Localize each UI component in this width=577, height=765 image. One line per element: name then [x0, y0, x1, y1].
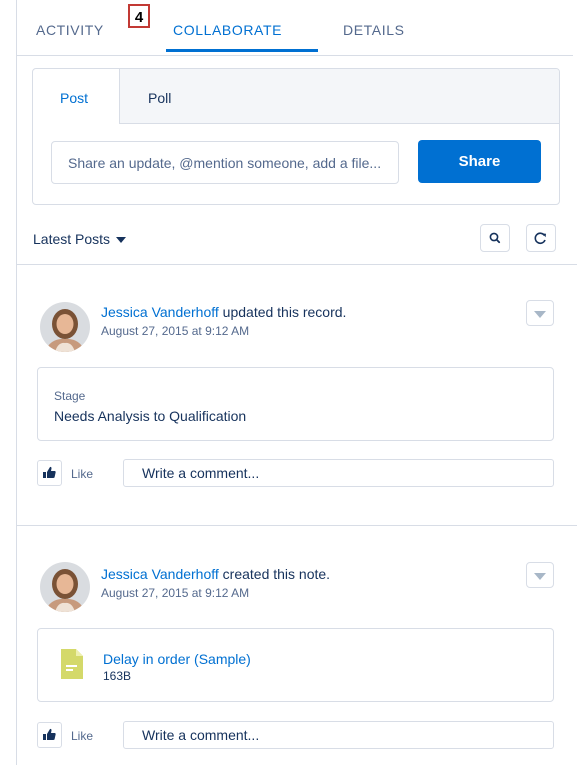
- tab-details[interactable]: Details: [343, 22, 405, 38]
- share-button[interactable]: Share: [418, 140, 541, 183]
- field-label: Stage: [54, 389, 86, 403]
- feed-refresh-button[interactable]: [526, 224, 556, 252]
- thumbs-up-icon: [43, 466, 56, 478]
- feed-item-action: created this note.: [218, 566, 331, 582]
- publisher-tabs: Post Poll: [33, 69, 559, 124]
- search-icon: [489, 232, 501, 244]
- file-size: 163B: [103, 669, 132, 683]
- divider: [17, 525, 577, 526]
- feed-item-menu-button[interactable]: [526, 300, 554, 326]
- author-link[interactable]: Jessica Vanderhoff: [101, 566, 219, 582]
- note-attachment-card[interactable]: Delay in order (Sample) 163B: [37, 628, 554, 702]
- user-photo-icon: [40, 562, 90, 612]
- feed-item-header: Jessica Vanderhoff created this note.: [101, 566, 330, 582]
- tab-collaborate[interactable]: Collaborate: [173, 22, 282, 38]
- feed-sort-dropdown[interactable]: Latest Posts: [33, 231, 127, 247]
- field-change-card: Stage Needs Analysis to Qualification: [37, 367, 554, 441]
- divider: [17, 264, 577, 265]
- refresh-icon: [534, 232, 546, 244]
- thumbs-up-icon: [43, 728, 56, 740]
- field-value: Needs Analysis to Qualification: [54, 408, 247, 424]
- timestamp[interactable]: August 27, 2015 at 9:12 AM: [101, 324, 249, 338]
- post-input[interactable]: Share an update, @mention someone, add a…: [51, 141, 399, 184]
- avatar[interactable]: [40, 302, 90, 352]
- active-tab-indicator: [166, 49, 318, 52]
- file-name-link[interactable]: Delay in order (Sample): [103, 651, 251, 667]
- feed-item-action: updated this record.: [218, 304, 347, 320]
- publisher-tab-poll[interactable]: Poll: [148, 90, 171, 106]
- author-link[interactable]: Jessica Vanderhoff: [101, 304, 219, 320]
- like-button[interactable]: [37, 460, 62, 486]
- feed-search-button[interactable]: [480, 224, 510, 252]
- user-photo-icon: [40, 302, 90, 352]
- chevron-down-icon: [116, 237, 127, 244]
- publisher: Post Poll Share an update, @mention some…: [32, 68, 560, 205]
- chevron-down-icon: [534, 573, 546, 580]
- callout-badge: 4: [128, 4, 150, 28]
- timestamp[interactable]: August 27, 2015 at 9:12 AM: [101, 586, 249, 600]
- like-label[interactable]: Like: [71, 467, 93, 481]
- avatar[interactable]: [40, 562, 90, 612]
- chevron-down-icon: [534, 311, 546, 318]
- publisher-tab-post-label[interactable]: Post: [60, 90, 88, 106]
- feed-sort-label: Latest Posts: [33, 231, 111, 247]
- note-icon: [61, 649, 83, 679]
- tab-activity[interactable]: Activity: [36, 22, 104, 38]
- feed-item-menu-button[interactable]: [526, 562, 554, 588]
- feed-item-header: Jessica Vanderhoff updated this record.: [101, 304, 346, 320]
- record-tabs: Activity Collaborate Details: [16, 0, 573, 56]
- like-button[interactable]: [37, 722, 62, 748]
- comment-input[interactable]: Write a comment...: [123, 721, 554, 749]
- like-label[interactable]: Like: [71, 729, 93, 743]
- comment-input[interactable]: Write a comment...: [123, 459, 554, 487]
